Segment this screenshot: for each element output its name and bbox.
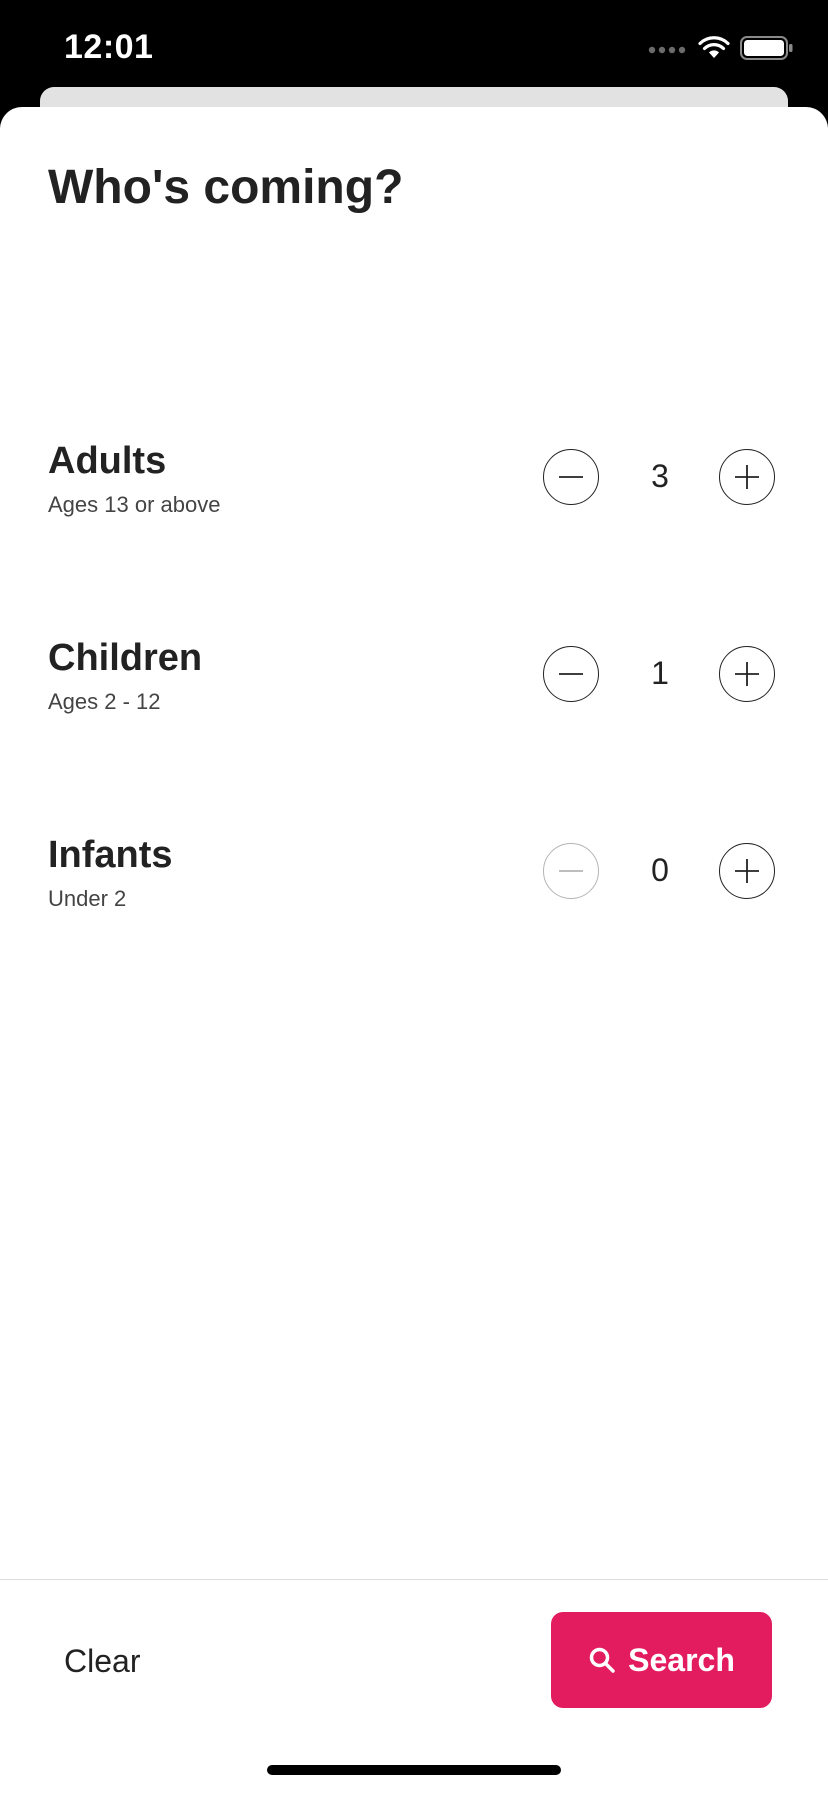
- footer-bar: Clear Search: [0, 1579, 828, 1793]
- guests-sheet: [0, 107, 828, 1792]
- guest-sublabel: Ages 2 - 12: [48, 689, 161, 714]
- search-button[interactable]: Search: [551, 1612, 772, 1708]
- guest-sublabel: Under 2: [48, 886, 127, 911]
- search-button-label: Search: [628, 1641, 735, 1678]
- infants-decrement-button[interactable]: [543, 843, 599, 899]
- guest-row-adults: Adults Ages 13 or above 3: [0, 440, 828, 540]
- status-bar: 12:01: [0, 0, 828, 100]
- guest-label: Children: [48, 637, 203, 679]
- children-decrement-button[interactable]: [543, 646, 599, 702]
- wifi-icon: [698, 36, 730, 65]
- signal-icon: [648, 42, 688, 60]
- infants-count: 0: [651, 852, 669, 888]
- plus-icon: [735, 859, 759, 883]
- minus-icon: [559, 673, 583, 675]
- guest-row-infants: Infants Under 2 0: [0, 834, 828, 934]
- minus-icon: [559, 476, 583, 478]
- home-indicator: [267, 1765, 561, 1775]
- adults-decrement-button[interactable]: [543, 449, 599, 505]
- plus-icon: [735, 662, 759, 686]
- adults-increment-button[interactable]: [719, 449, 775, 505]
- status-icons: [648, 36, 794, 65]
- infants-increment-button[interactable]: [719, 843, 775, 899]
- guest-label: Infants: [48, 834, 173, 876]
- page-title: Who's coming?: [48, 161, 404, 214]
- minus-icon: [559, 870, 583, 872]
- battery-icon: [740, 36, 794, 65]
- adults-count: 3: [651, 458, 669, 494]
- guest-label: Adults: [48, 440, 167, 482]
- search-icon: [589, 1647, 615, 1673]
- children-count: 1: [651, 655, 669, 691]
- plus-icon: [735, 465, 759, 489]
- guest-sublabel: Ages 13 or above: [48, 492, 221, 517]
- guest-row-children: Children Ages 2 - 12 1: [0, 637, 828, 737]
- children-increment-button[interactable]: [719, 646, 775, 702]
- clear-button[interactable]: Clear: [64, 1643, 140, 1680]
- status-time: 12:01: [64, 28, 154, 66]
